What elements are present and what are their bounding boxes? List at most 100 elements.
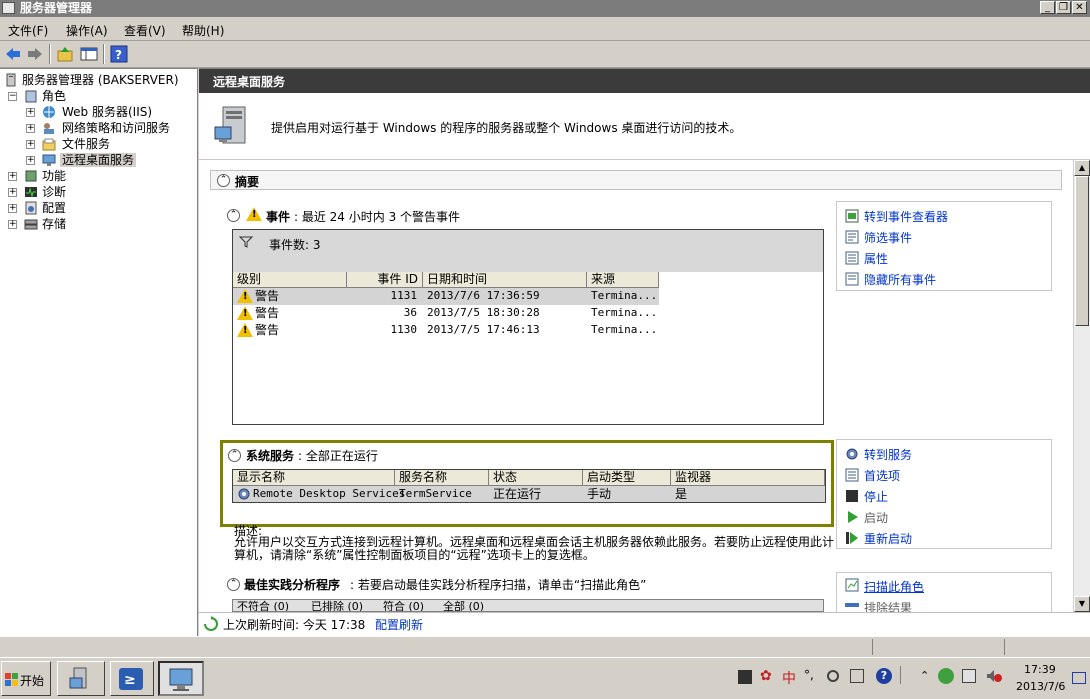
- column-header-level[interactable]: 级别: [233, 272, 347, 288]
- bpa-tab-excluded[interactable]: 已排除 (0): [311, 600, 363, 611]
- expand-toggle[interactable]: +: [8, 172, 17, 181]
- service-status: 正在运行: [493, 487, 542, 501]
- properties-icon: [845, 251, 859, 265]
- event-datetime: 2013/7/6 17:36:59: [427, 289, 540, 302]
- tree-item-diagnostics[interactable]: 诊断: [42, 185, 66, 199]
- start-button[interactable]: 开始: [1, 661, 51, 696]
- event-level[interactable]: 警告: [255, 305, 279, 321]
- column-header-service-name[interactable]: 服务名称: [395, 470, 489, 486]
- ime-punctuation-icon[interactable]: °,: [804, 668, 814, 682]
- summary-section-header: ⌃ 摘要: [210, 170, 1062, 190]
- expand-toggle[interactable]: +: [8, 204, 17, 213]
- properties-link[interactable]: 属性: [864, 250, 888, 267]
- remote-desktop-icon: [42, 153, 56, 167]
- tree-item-features[interactable]: 功能: [42, 169, 66, 183]
- ime-settings-icon[interactable]: [826, 669, 840, 683]
- menu-help[interactable]: 帮助(H): [182, 22, 224, 39]
- taskbar-remote-desktop-active[interactable]: [158, 661, 204, 696]
- refresh-icon: [203, 616, 219, 632]
- column-header-startup-type[interactable]: 启动类型: [583, 470, 671, 486]
- show-desktop-icon[interactable]: [1072, 672, 1086, 684]
- expand-toggle[interactable]: +: [8, 220, 17, 229]
- tree-item-remote-desktop-selected[interactable]: 远程桌面服务: [60, 153, 137, 167]
- expand-toggle[interactable]: +: [26, 140, 35, 149]
- preferences-link[interactable]: 首选项: [864, 467, 900, 484]
- show-hidden-icons-chevron-icon[interactable]: ⌃: [920, 669, 929, 682]
- restart-link[interactable]: 重新启动: [864, 530, 912, 547]
- filter-events-icon: [845, 230, 859, 244]
- vertical-scrollbar[interactable]: ▲ ▼: [1073, 160, 1090, 612]
- network-icon[interactable]: [962, 669, 976, 683]
- event-viewer-icon: [845, 209, 859, 223]
- column-header-status[interactable]: 状态: [489, 470, 583, 486]
- expand-toggle[interactable]: +: [26, 156, 35, 165]
- ime-mode-chinese[interactable]: 中: [782, 668, 796, 688]
- collapse-roles-toggle[interactable]: −: [8, 92, 17, 101]
- collapse-bpa-toggle[interactable]: ⌃: [227, 578, 240, 591]
- preferences-icon: [845, 468, 859, 482]
- go-to-services-link[interactable]: 转到服务: [864, 446, 912, 463]
- exclude-result-icon: [845, 603, 859, 607]
- ime-logo-icon[interactable]: ✿: [760, 668, 772, 684]
- svg-text:≥: ≥: [124, 672, 136, 688]
- collapse-summary-toggle[interactable]: ⌃: [217, 174, 230, 187]
- storage-icon: [24, 217, 38, 231]
- configure-refresh-link[interactable]: 配置刷新: [375, 616, 423, 633]
- back-arrow-icon[interactable]: [4, 45, 22, 63]
- scroll-thumb[interactable]: [1075, 176, 1089, 326]
- collapse-events-toggle[interactable]: ⌃: [227, 209, 240, 222]
- column-header-display-name[interactable]: 显示名称: [233, 470, 395, 486]
- scroll-up-button[interactable]: ▲: [1074, 160, 1090, 176]
- help-icon[interactable]: ?: [110, 45, 128, 63]
- column-header-source[interactable]: 来源: [587, 272, 659, 288]
- start-label: 开始: [20, 674, 45, 688]
- clock-time[interactable]: 17:39: [1024, 663, 1056, 676]
- taskbar-powershell[interactable]: ≥: [110, 661, 154, 696]
- filter-events-link[interactable]: 筛选事件: [864, 229, 912, 246]
- minimize-button[interactable]: _: [1040, 1, 1055, 14]
- expand-toggle[interactable]: +: [8, 188, 17, 197]
- bpa-actions-panel: 扫描此角色 排除结果: [836, 572, 1052, 615]
- event-source: Termina...: [591, 306, 658, 319]
- restore-button[interactable]: ❐: [1056, 1, 1071, 14]
- services-table: 显示名称 服务名称 状态 启动类型 监视器 Remote Desktop Ser…: [232, 469, 826, 503]
- ime-keyboard-icon[interactable]: [738, 670, 752, 684]
- tree-item-file-services[interactable]: 文件服务: [62, 137, 110, 151]
- taskbar-server-manager[interactable]: [57, 661, 105, 696]
- expand-toggle[interactable]: +: [26, 124, 35, 133]
- tree-root-server[interactable]: 服务器管理器 (BAKSERVER): [22, 73, 179, 87]
- event-level[interactable]: 警告: [255, 322, 279, 338]
- tree-item-network-policy[interactable]: 网络策略和访问服务: [62, 121, 170, 135]
- go-to-event-viewer-link[interactable]: 转到事件查看器: [864, 208, 948, 225]
- bpa-tab-compliant[interactable]: 符合 (0): [383, 600, 424, 611]
- menu-file[interactable]: 文件(F): [8, 22, 48, 39]
- collapse-services-toggle[interactable]: ⌃: [228, 449, 241, 462]
- clock-date[interactable]: 2013/7/6: [1016, 680, 1065, 693]
- bpa-tab-noncompliant[interactable]: 不符合 (0): [237, 600, 289, 611]
- event-id: 1131: [390, 289, 418, 302]
- show-hide-tree-icon[interactable]: [80, 45, 98, 63]
- tree-item-web-server[interactable]: Web 服务器(IIS): [62, 105, 152, 119]
- close-button[interactable]: ✕: [1072, 1, 1087, 14]
- expand-toggle[interactable]: +: [26, 108, 35, 117]
- scan-role-link[interactable]: 扫描此角色: [864, 578, 924, 595]
- scroll-down-button[interactable]: ▼: [1074, 596, 1090, 612]
- column-header-datetime[interactable]: 日期和时间: [423, 272, 587, 288]
- bpa-subtitle: : 若要启动最佳实践分析程序扫描，请单击“扫描此角色”: [350, 578, 647, 592]
- tree-item-configuration[interactable]: 配置: [42, 201, 66, 215]
- column-header-monitor[interactable]: 监视器: [671, 470, 825, 486]
- hide-all-events-link[interactable]: 隐藏所有事件: [864, 271, 936, 288]
- ime-softkeyboard-icon[interactable]: [850, 669, 864, 683]
- column-header-event-id[interactable]: 事件 ID: [347, 272, 423, 288]
- up-folder-icon[interactable]: [56, 45, 74, 63]
- ime-help-icon[interactable]: ?: [876, 668, 892, 684]
- menu-view[interactable]: 查看(V): [124, 22, 166, 39]
- bpa-tab-all[interactable]: 全部 (0): [443, 600, 484, 611]
- menu-action[interactable]: 操作(A): [66, 22, 108, 39]
- stop-link[interactable]: 停止: [864, 488, 888, 505]
- volume-muted-icon[interactable]: [986, 669, 1002, 683]
- tree-item-storage[interactable]: 存储: [42, 217, 66, 231]
- tray-update-icon[interactable]: [938, 668, 954, 684]
- tree-item-roles[interactable]: 角色: [42, 89, 66, 103]
- forward-arrow-icon[interactable]: [26, 45, 44, 63]
